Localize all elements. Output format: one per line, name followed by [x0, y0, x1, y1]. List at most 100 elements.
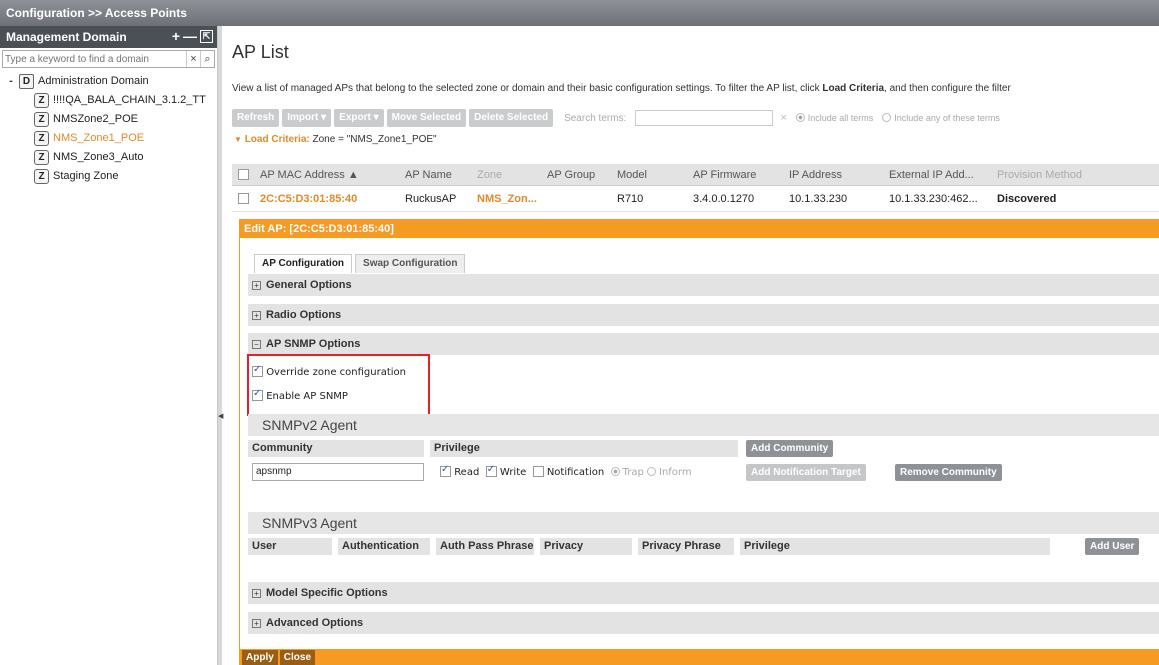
model-cell: R710 [617, 192, 644, 205]
tab-swap-configuration[interactable]: Swap Configuration [355, 254, 466, 273]
expand-icon: + [252, 281, 261, 290]
tree-node-label: NMS_Zone3_Auto [53, 151, 144, 163]
add-user-button[interactable]: Add User [1085, 538, 1140, 555]
apply-button[interactable]: Apply [242, 650, 278, 665]
ap-mac-cell[interactable]: 2C:C5:D3:01:85:40 [254, 193, 399, 205]
column-header[interactable]: Zone [471, 169, 541, 181]
export-button[interactable]: Export ▾ [334, 109, 384, 127]
load-criteria[interactable]: ▼ Load Criteria: Zone = "NMS_Zone1_POE" [234, 134, 437, 145]
tree-node-zone-selected[interactable]: Z NMS_Zone1_POE [0, 129, 217, 148]
dropdown-icon: ▾ [373, 112, 379, 123]
add-notification-target-button[interactable]: Add Notification Target [746, 464, 866, 481]
include-any-radio[interactable]: Include any of these terms [882, 113, 1000, 123]
load-criteria-value: Zone = "NMS_Zone1_POE" [312, 134, 437, 145]
firmware-cell: 3.4.0.0.1270 [693, 192, 755, 205]
zone-cell[interactable]: NMS_Zon... [471, 193, 541, 205]
tab-ap-configuration[interactable]: AP Configuration [254, 254, 353, 273]
column-header[interactable]: AP Firmware [687, 169, 783, 181]
tree-node-zone[interactable]: Z !!!!QA_BALA_CHAIN_3.1.2_TT [0, 91, 217, 110]
tree-node-administration-domain[interactable]: - D Administration Domain [0, 72, 217, 91]
row-checkbox[interactable] [232, 192, 254, 205]
page-title: AP List [232, 42, 289, 62]
notification-checkbox[interactable]: Notification [532, 466, 604, 478]
edit-tabs: AP Configuration Swap Configuration [254, 254, 466, 273]
tree-node-zone[interactable]: Z NMSZone2_POE [0, 110, 217, 129]
domain-panel-header: Management Domain + — ⇱ [0, 26, 217, 48]
snmpv3-agent-header: SNMPv3 Agent [248, 512, 1159, 534]
zone-icon: Z [34, 112, 49, 127]
clear-search-icon[interactable]: × [780, 112, 786, 124]
write-checkbox[interactable]: Write [485, 464, 526, 478]
privilege-header: Privilege [430, 440, 738, 457]
collapse-panel-icon[interactable]: ⇱ [200, 29, 213, 43]
edit-ap-title: Edit AP: [2C:C5:D3:01:85:40] [240, 220, 1159, 238]
zone-icon: Z [34, 150, 49, 165]
privilege-header: Privilege [740, 538, 1050, 555]
remove-domain-icon[interactable]: — [183, 28, 197, 44]
column-header[interactable]: AP MAC Address ▲ [254, 169, 399, 181]
tree-node-label: NMSZone2_POE [53, 113, 138, 125]
tree-node-label: NMS_Zone1_POE [53, 132, 145, 144]
expand-icon: + [252, 311, 261, 320]
community-header: Community [248, 440, 424, 457]
advanced-options-section[interactable]: + Advanced Options [248, 612, 1159, 634]
import-button[interactable]: Import ▾ [282, 109, 332, 127]
column-header[interactable]: Model [611, 169, 687, 181]
collapse-toggle-icon[interactable]: - [6, 72, 16, 91]
override-zone-checkbox[interactable]: Override zone configuration [252, 364, 406, 378]
snmpv2-agent-header: SNMPv2 Agent [248, 414, 1159, 436]
tree-node-zone[interactable]: Z Staging Zone [0, 167, 217, 186]
move-selected-button[interactable]: Move Selected [386, 109, 467, 127]
add-domain-icon[interactable]: + [172, 28, 180, 44]
radio-options-section[interactable]: + Radio Options [248, 304, 1159, 326]
authentication-header: Authentication [338, 538, 430, 555]
include-all-radio[interactable]: Include all terms [795, 113, 873, 123]
model-specific-options-section[interactable]: + Model Specific Options [248, 582, 1159, 604]
table-row[interactable]: 2C:C5:D3:01:85:40 RuckusAP NMS_Zon... R7… [232, 186, 1159, 212]
domain-panel: Management Domain + — ⇱ × ⌕ - D Administ… [0, 26, 218, 665]
domain-panel-title: Management Domain [6, 30, 127, 44]
community-input[interactable]: apsnmp [252, 463, 424, 481]
collapse-icon: − [252, 340, 261, 349]
provision-method-cell: Discovered [997, 192, 1057, 205]
column-header[interactable]: AP Group [541, 169, 611, 181]
enable-ap-snmp-checkbox[interactable]: Enable AP SNMP [252, 388, 348, 402]
edit-footer: Apply Close [240, 649, 1159, 665]
select-all-checkbox[interactable] [232, 168, 254, 181]
domain-search-input[interactable] [3, 51, 186, 67]
ap-toolbar: Refresh Import ▾ Export ▾ Move Selected … [232, 109, 1000, 127]
privacy-header: Privacy [540, 538, 632, 555]
grid-header-row: AP MAC Address ▲ AP Name Zone AP Group M… [232, 164, 1159, 186]
column-header[interactable]: External IP Add... [883, 169, 991, 181]
column-header[interactable]: AP Name [399, 169, 471, 181]
search-terms-input[interactable] [635, 110, 774, 126]
close-button[interactable]: Close [279, 650, 316, 665]
delete-selected-button[interactable]: Delete Selected [469, 109, 554, 127]
clear-search-icon[interactable]: × [186, 51, 200, 67]
search-icon[interactable]: ⌕ [200, 51, 214, 67]
expand-icon: + [252, 619, 261, 628]
expand-icon: + [252, 589, 261, 598]
trap-radio[interactable]: Trap [610, 467, 644, 478]
dropdown-icon: ▾ [321, 112, 327, 123]
add-community-button[interactable]: Add Community [746, 440, 834, 457]
page-description: View a list of managed APs that belong t… [232, 83, 1011, 94]
zone-icon: Z [34, 93, 49, 108]
remove-community-button[interactable]: Remove Community [895, 464, 1002, 481]
ap-snmp-options-section[interactable]: − AP SNMP Options [248, 333, 1159, 355]
general-options-section[interactable]: + General Options [248, 274, 1159, 296]
zone-icon: Z [34, 169, 49, 184]
load-criteria-link[interactable]: Load Criteria [822, 83, 884, 94]
ap-name-cell: RuckusAP [405, 192, 457, 205]
expand-arrow-icon: ▼ [234, 135, 242, 144]
search-terms-label: Search terms: [564, 112, 627, 124]
column-header[interactable]: IP Address [783, 169, 883, 181]
tree-node-label: !!!!QA_BALA_CHAIN_3.1.2_TT [53, 94, 206, 106]
read-checkbox[interactable]: Read [440, 464, 479, 478]
inform-radio[interactable]: Inform [647, 467, 692, 478]
column-header[interactable]: Provision Method [991, 169, 1091, 181]
refresh-button[interactable]: Refresh [232, 109, 280, 127]
highlight-box [247, 354, 430, 416]
tree-node-zone[interactable]: Z NMS_Zone3_Auto [0, 148, 217, 167]
user-header: User [248, 538, 332, 555]
